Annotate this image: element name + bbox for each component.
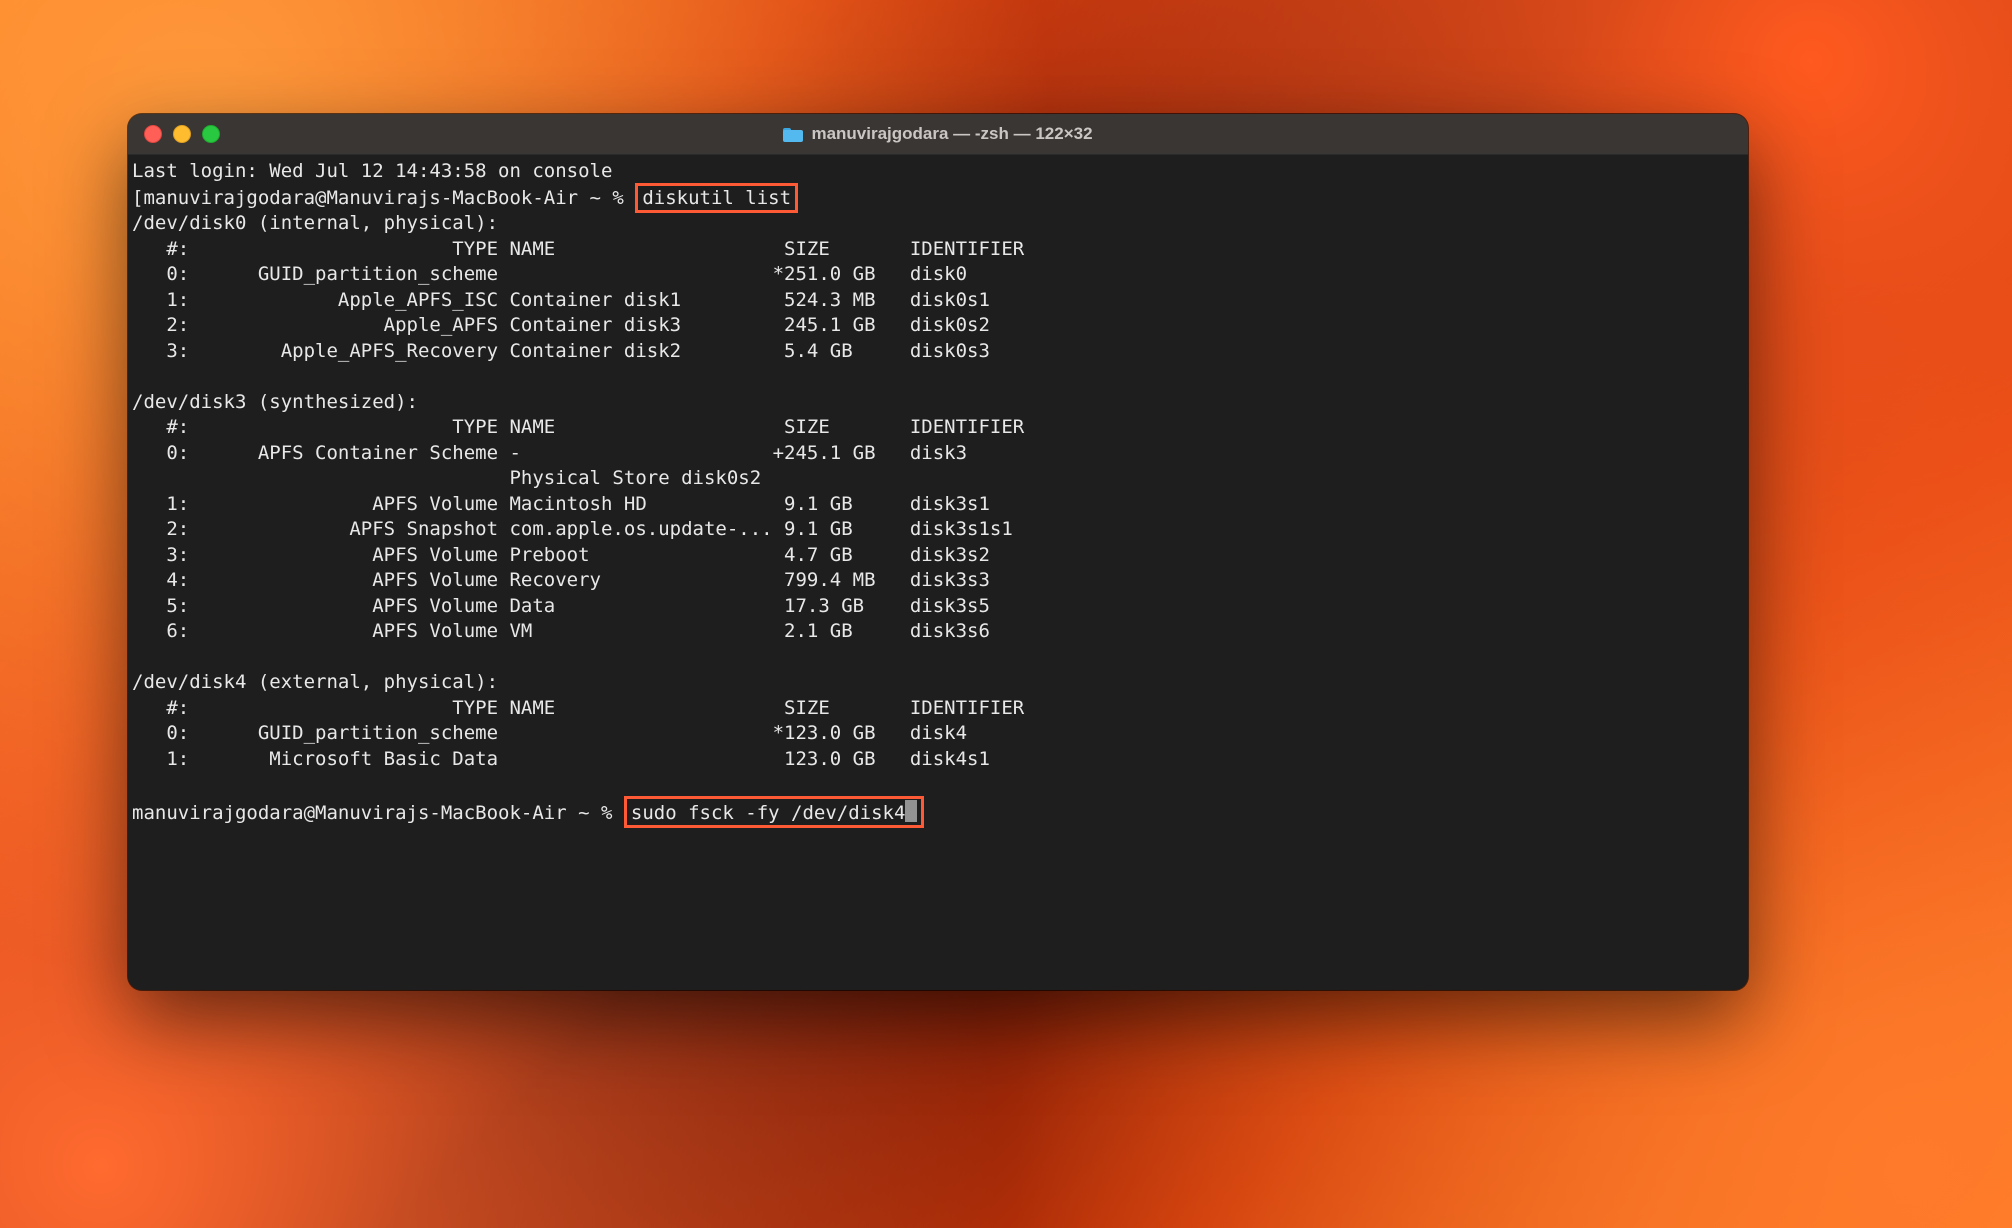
col-header-4: #: TYPE NAME SIZE IDENTIFIER [132, 697, 1024, 719]
folder-icon [783, 126, 803, 142]
close-icon[interactable] [144, 125, 162, 143]
highlight-cmd-fsck: sudo fsck -fy /dev/disk4 [624, 796, 925, 828]
prompt-1: [manuvirajgodara@Manuvirajs-MacBook-Air … [132, 187, 635, 209]
disk0-row-1: 1: Apple_APFS_ISC Container disk1 524.3 … [132, 289, 990, 311]
disk4-header: /dev/disk4 (external, physical): [132, 671, 498, 693]
terminal-body[interactable]: Last login: Wed Jul 12 14:43:58 on conso… [128, 155, 1748, 990]
disk0-row-3: 3: Apple_APFS_Recovery Container disk2 5… [132, 340, 990, 362]
col-header-3: #: TYPE NAME SIZE IDENTIFIER [132, 416, 1024, 438]
col-header-0: #: TYPE NAME SIZE IDENTIFIER [132, 238, 1024, 260]
minimize-icon[interactable] [173, 125, 191, 143]
disk3-row-2: 2: APFS Snapshot com.apple.os.update-...… [132, 518, 1013, 540]
disk4-row-1: 1: Microsoft Basic Data 123.0 GB disk4s1 [132, 748, 990, 770]
window-title: manuvirajgodara — -zsh — 122×32 [811, 124, 1092, 144]
highlight-cmd-diskutil: diskutil list [635, 183, 798, 213]
zoom-icon[interactable] [202, 125, 220, 143]
disk0-row-2: 2: Apple_APFS Container disk3 245.1 GB d… [132, 314, 990, 336]
terminal-window: manuvirajgodara — -zsh — 122×32 Last log… [128, 114, 1748, 990]
disk3-row-0: 0: APFS Container Scheme - +245.1 GB dis… [132, 442, 967, 464]
last-login-line: Last login: Wed Jul 12 14:43:58 on conso… [132, 160, 612, 182]
cmd-fsck: sudo fsck -fy /dev/disk4 [631, 802, 906, 824]
prompt-2: manuvirajgodara@Manuvirajs-MacBook-Air ~… [132, 802, 624, 824]
disk3-row-3: 3: APFS Volume Preboot 4.7 GB disk3s2 [132, 544, 990, 566]
disk0-header: /dev/disk0 (internal, physical): [132, 212, 498, 234]
cursor [905, 800, 917, 822]
disk3-row-1: 1: APFS Volume Macintosh HD 9.1 GB disk3… [132, 493, 990, 515]
disk0-row-0: 0: GUID_partition_scheme *251.0 GB disk0 [132, 263, 967, 285]
disk4-row-0: 0: GUID_partition_scheme *123.0 GB disk4 [132, 722, 967, 744]
disk3-header: /dev/disk3 (synthesized): [132, 391, 418, 413]
disk3-row-6: 6: APFS Volume VM 2.1 GB disk3s6 [132, 620, 990, 642]
window-controls [144, 125, 220, 143]
disk3-row-phys: Physical Store disk0s2 [132, 467, 761, 489]
cmd-diskutil: diskutil list [642, 187, 791, 209]
disk3-row-4: 4: APFS Volume Recovery 799.4 MB disk3s3 [132, 569, 990, 591]
titlebar: manuvirajgodara — -zsh — 122×32 [128, 114, 1748, 155]
disk3-row-5: 5: APFS Volume Data 17.3 GB disk3s5 [132, 595, 990, 617]
